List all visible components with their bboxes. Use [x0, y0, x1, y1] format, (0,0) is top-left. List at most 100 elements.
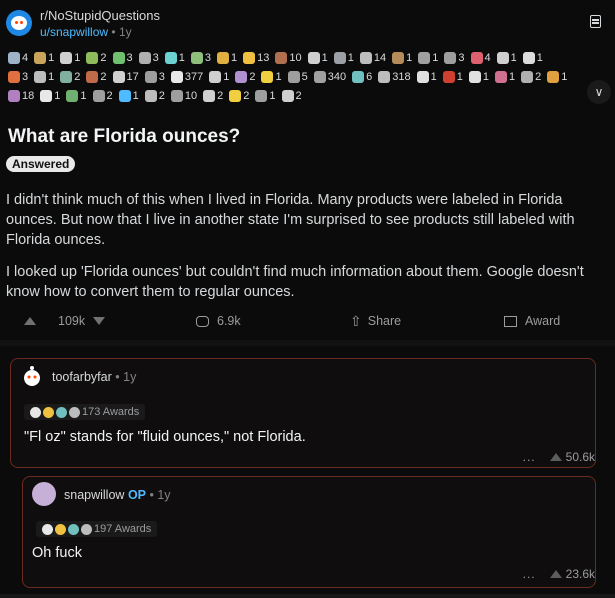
award-icon	[333, 51, 346, 64]
award-chip[interactable]: 14	[359, 50, 386, 65]
snoo-avatar[interactable]	[20, 364, 44, 388]
award-count: 318	[392, 70, 411, 83]
award-count: 2	[295, 89, 302, 102]
subreddit-name[interactable]: r/NoStupidQuestions	[40, 8, 160, 23]
award-chip[interactable]: 1	[40, 88, 60, 103]
award-chip[interactable]: 10	[170, 88, 198, 103]
award-chip[interactable]: 1	[418, 50, 438, 65]
award-chip[interactable]: 1	[307, 50, 328, 65]
award-chip[interactable]: 3	[444, 50, 465, 65]
post-flair[interactable]: Answered	[6, 156, 76, 172]
award-chip[interactable]: 2	[229, 88, 249, 103]
award-count: 10	[184, 89, 198, 102]
award-chip[interactable]: 2	[86, 69, 107, 84]
award-chip[interactable]: 3	[190, 50, 211, 65]
award-chip[interactable]: 18	[8, 88, 34, 103]
award-chip[interactable]: 2	[144, 88, 165, 103]
award-icon	[8, 51, 20, 64]
award-chip[interactable]: 377	[170, 69, 203, 84]
reply-author[interactable]: snapwillow	[64, 488, 124, 502]
comment-awards[interactable]: 173 Awards	[24, 404, 146, 420]
award-icon	[66, 89, 79, 102]
award-chip[interactable]: 1	[496, 50, 517, 65]
share-button[interactable]: ⇧ Share	[350, 312, 401, 330]
award-icon	[170, 89, 183, 102]
award-chip[interactable]: 2	[281, 88, 302, 103]
award-chip[interactable]: 1	[34, 69, 54, 84]
award-icon	[86, 70, 99, 83]
subreddit-icon[interactable]	[6, 10, 32, 36]
award-chip[interactable]: 2	[86, 50, 107, 65]
award-chip[interactable]: 1	[468, 69, 489, 84]
comments-button[interactable]: 6.9k	[196, 312, 241, 330]
award-chip[interactable]: 1	[66, 88, 87, 103]
award-icon	[56, 406, 67, 418]
award-chip[interactable]: 1	[261, 69, 282, 84]
award-icon	[261, 70, 274, 83]
award-count: 2	[535, 70, 542, 83]
award-chip[interactable]: 10	[275, 50, 302, 65]
award-count: 2	[249, 70, 256, 83]
award-chip[interactable]: 1	[416, 69, 437, 84]
award-chip[interactable]: 2	[203, 88, 223, 103]
award-chip[interactable]: 3	[144, 69, 165, 84]
user-avatar[interactable]	[32, 482, 56, 506]
award-chip[interactable]: 2	[92, 88, 113, 103]
award-chip[interactable]: 17	[112, 69, 139, 84]
award-chip[interactable]: 3	[8, 69, 28, 84]
more-options-icon[interactable]: ...	[523, 567, 536, 581]
award-chip[interactable]: 318	[378, 69, 411, 84]
award-chip[interactable]: 13	[243, 50, 269, 65]
share-label: Share	[367, 314, 402, 328]
gift-icon	[504, 315, 517, 327]
award-chip[interactable]: 340	[313, 69, 346, 84]
award-button[interactable]: Award	[504, 312, 560, 330]
op-badge: OP	[127, 488, 146, 502]
upvote-icon[interactable]	[24, 317, 36, 325]
award-chip[interactable]: 1	[209, 69, 229, 84]
award-chip[interactable]: 3	[112, 50, 133, 65]
award-chip[interactable]: 1	[164, 50, 185, 65]
award-chip[interactable]: 1	[333, 50, 354, 65]
post-author[interactable]: u/snapwillow	[40, 25, 108, 39]
award-chip[interactable]: 1	[60, 50, 80, 65]
award-icon	[522, 51, 535, 64]
awards-count: 173 Awards	[82, 406, 140, 418]
award-chip[interactable]: 6	[352, 69, 372, 84]
award-icon	[418, 51, 431, 64]
award-icon	[203, 89, 216, 102]
award-chip[interactable]: 1	[217, 50, 237, 65]
award-chip[interactable]: 1	[392, 50, 412, 65]
expand-chevron-icon[interactable]: ∨	[587, 80, 611, 104]
award-count: 2	[74, 70, 81, 83]
reply-score: 23.6k	[565, 567, 595, 581]
award-chip[interactable]: 2	[235, 69, 255, 84]
award-icon	[68, 523, 79, 535]
document-icon[interactable]	[590, 15, 601, 28]
award-chip[interactable]: 3	[138, 50, 159, 65]
post-awards[interactable]: 4 1 1 2 3 3 1 3 1 13 10 1 1 14 1 1 3 4 1 1 3 1 2 2 17 3 377 1 2 1 5 340…	[8, 50, 568, 103]
award-chip[interactable]: 1	[118, 88, 139, 103]
award-chip[interactable]: 1	[522, 50, 543, 65]
more-options-icon[interactable]: ...	[523, 450, 536, 464]
award-chip[interactable]: 1	[494, 69, 515, 84]
award-chip[interactable]: 2	[521, 69, 541, 84]
award-chip[interactable]: 2	[60, 69, 80, 84]
downvote-icon[interactable]	[93, 317, 106, 325]
award-count: 1	[536, 51, 543, 64]
award-chip[interactable]: 5	[287, 69, 308, 84]
award-icon	[547, 70, 560, 83]
reply-text: Oh fuck	[32, 545, 82, 561]
award-chip[interactable]: 1	[547, 69, 567, 84]
upvote-icon[interactable]	[549, 570, 562, 578]
award-chip[interactable]: 1	[34, 50, 54, 65]
reply-awards[interactable]: 197 Awards	[36, 521, 158, 537]
award-chip[interactable]: 4	[470, 50, 491, 65]
award-chip[interactable]: 4	[8, 50, 28, 65]
award-icon	[359, 51, 372, 64]
upvote-icon[interactable]	[549, 453, 562, 461]
award-chip[interactable]: 1	[255, 88, 276, 103]
comment-age: 1y	[123, 370, 137, 384]
award-chip[interactable]: 1	[442, 69, 463, 84]
comment-author[interactable]: toofarbyfar	[52, 370, 112, 384]
